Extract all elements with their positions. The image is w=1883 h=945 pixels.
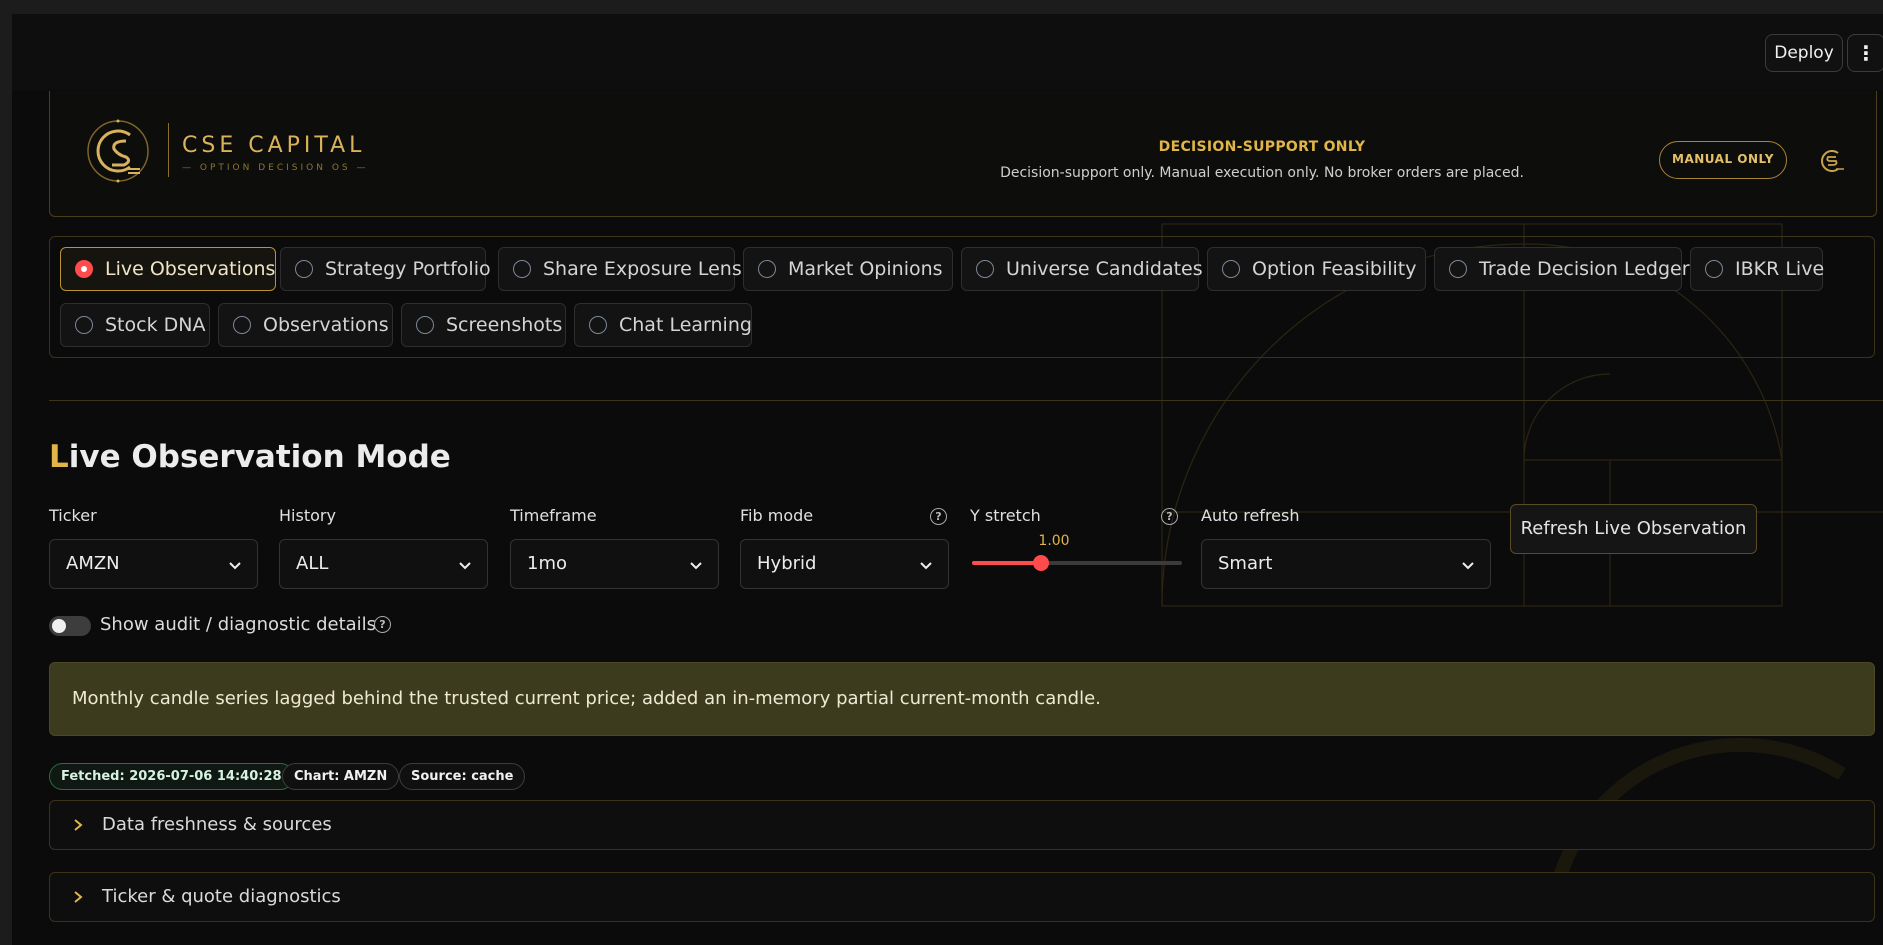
top-app-bar: Deploy ⋮ (12, 14, 1883, 90)
cse-small-logo-icon (1821, 150, 1844, 172)
more-menu-icon[interactable]: ⋮ (1847, 34, 1883, 72)
chevron-down-icon (459, 562, 471, 570)
chevron-down-icon (1462, 562, 1474, 570)
page-title-initial: L (49, 439, 69, 475)
tab-trade-decision-ledger[interactable]: Trade Decision Ledger (1434, 247, 1690, 291)
tab-share-exposure-lens[interactable]: Share Exposure Lens (498, 247, 742, 291)
tab-label: Market Opinions (788, 258, 943, 280)
tab-option-feasibility[interactable]: Option Feasibility (1207, 247, 1426, 291)
radio-icon (233, 316, 251, 334)
timeframe-value: 1mo (527, 553, 567, 574)
radio-icon (1449, 260, 1467, 278)
chevron-down-icon (920, 562, 932, 570)
audit-details-toggle[interactable] (49, 616, 91, 636)
expander-label: Data freshness & sources (102, 814, 332, 835)
fetched-timestamp-badge: Fetched: 2026-07-06 14:40:28 (49, 763, 294, 790)
radio-icon (976, 260, 994, 278)
tab-market-opinions[interactable]: Market Opinions (743, 247, 953, 291)
tab-screenshots[interactable]: Screenshots (401, 303, 566, 347)
tab-chat-learning[interactable]: Chat Learning (574, 303, 752, 347)
audit-details-help-icon[interactable]: ? (374, 616, 391, 633)
tab-ibkr-live[interactable]: IBKR Live (1690, 247, 1825, 291)
chevron-right-icon (74, 819, 83, 831)
radio-icon (295, 260, 313, 278)
tab-label: Live Observations (105, 258, 276, 280)
ticker-select[interactable]: AMZN (49, 539, 258, 589)
tab-live-observations[interactable]: Live Observations (60, 247, 276, 291)
tab-label: Screenshots (446, 314, 563, 336)
slider-thumb[interactable] (1033, 555, 1050, 571)
header-banner: CSE CAPITAL — OPTION DECISION OS — DECIS… (49, 91, 1877, 217)
logo-divider (168, 123, 169, 177)
notice-title: DECISION-SUPPORT ONLY (1158, 139, 1366, 155)
expander-label: Ticker & quote diagnostics (102, 886, 341, 907)
page-title: Live Observation Mode (49, 439, 451, 475)
radio-icon (589, 316, 607, 334)
fib-mode-label: Fib mode (740, 506, 814, 525)
ticker-value: AMZN (66, 553, 120, 574)
brand-name: CSE CAPITAL (182, 133, 366, 158)
expander-ticker-diagnostics[interactable]: Ticker & quote diagnostics (49, 872, 1875, 922)
audit-details-label: Show audit / diagnostic details (100, 614, 377, 635)
expander-data-freshness[interactable]: Data freshness & sources (49, 800, 1875, 850)
timeframe-select[interactable]: 1mo (510, 539, 719, 589)
chevron-down-icon (229, 562, 241, 570)
radio-icon (1222, 260, 1240, 278)
history-value: ALL (296, 553, 329, 574)
deploy-button[interactable]: Deploy (1765, 34, 1843, 72)
tab-strategy-portfolio[interactable]: Strategy Portfolio (280, 247, 491, 291)
radio-icon (513, 260, 531, 278)
chart-ticker-badge: Chart: AMZN (282, 763, 400, 790)
radio-icon (758, 260, 776, 278)
ticker-label: Ticker (49, 506, 97, 525)
tab-label: Stock DNA (105, 314, 206, 336)
y-stretch-label: Y stretch (970, 506, 1041, 525)
chevron-right-icon (74, 891, 83, 903)
radio-icon (75, 316, 93, 334)
chevron-down-icon (690, 562, 702, 570)
tab-label: Chat Learning (619, 314, 752, 336)
history-select[interactable]: ALL (279, 539, 488, 589)
section-divider (49, 400, 1883, 401)
tab-label: Share Exposure Lens (543, 258, 742, 280)
tab-stock-dna[interactable]: Stock DNA (60, 303, 210, 347)
auto-refresh-value: Smart (1218, 553, 1273, 574)
auto-refresh-label: Auto refresh (1201, 506, 1300, 525)
tab-observations[interactable]: Observations (218, 303, 393, 347)
data-source-badge: Source: cache (399, 763, 526, 790)
auto-refresh-select[interactable]: Smart (1201, 539, 1491, 589)
notice-text: Decision-support only. Manual execution … (1000, 165, 1524, 181)
tab-label: IBKR Live (1735, 258, 1825, 280)
tab-label: Observations (263, 314, 389, 336)
y-stretch-slider[interactable] (972, 555, 1182, 571)
radio-icon (416, 316, 434, 334)
tab-label: Strategy Portfolio (325, 258, 491, 280)
tab-label: Option Feasibility (1252, 258, 1417, 280)
app-frame: Deploy ⋮ CSE CAPITAL — OPTION DECISION O… (12, 14, 1883, 945)
fib-mode-select[interactable]: Hybrid (740, 539, 949, 589)
warning-alert: Monthly candle series lagged behind the … (49, 662, 1875, 736)
slider-fill (972, 561, 1042, 565)
y-stretch-help-icon[interactable]: ? (1161, 508, 1178, 525)
fib-mode-value: Hybrid (757, 553, 817, 574)
tab-label: Universe Candidates (1006, 258, 1203, 280)
tab-universe-candidates[interactable]: Universe Candidates (961, 247, 1203, 291)
y-stretch-value: 1.00 (1038, 533, 1070, 549)
manual-only-badge: MANUAL ONLY (1659, 141, 1787, 179)
radio-icon (1705, 260, 1723, 278)
cse-capital-logo-icon (87, 119, 149, 183)
brand-subtitle-text: OPTION DECISION OS (199, 163, 351, 173)
radio-icon (75, 260, 93, 278)
brand-subtitle: — OPTION DECISION OS — (182, 163, 369, 173)
page-title-rest: ive Observation Mode (68, 439, 451, 475)
fib-mode-help-icon[interactable]: ? (930, 508, 947, 525)
refresh-live-observation-button[interactable]: Refresh Live Observation (1510, 504, 1757, 554)
tab-label: Trade Decision Ledger (1479, 258, 1690, 280)
history-label: History (279, 506, 336, 525)
timeframe-label: Timeframe (510, 506, 597, 525)
